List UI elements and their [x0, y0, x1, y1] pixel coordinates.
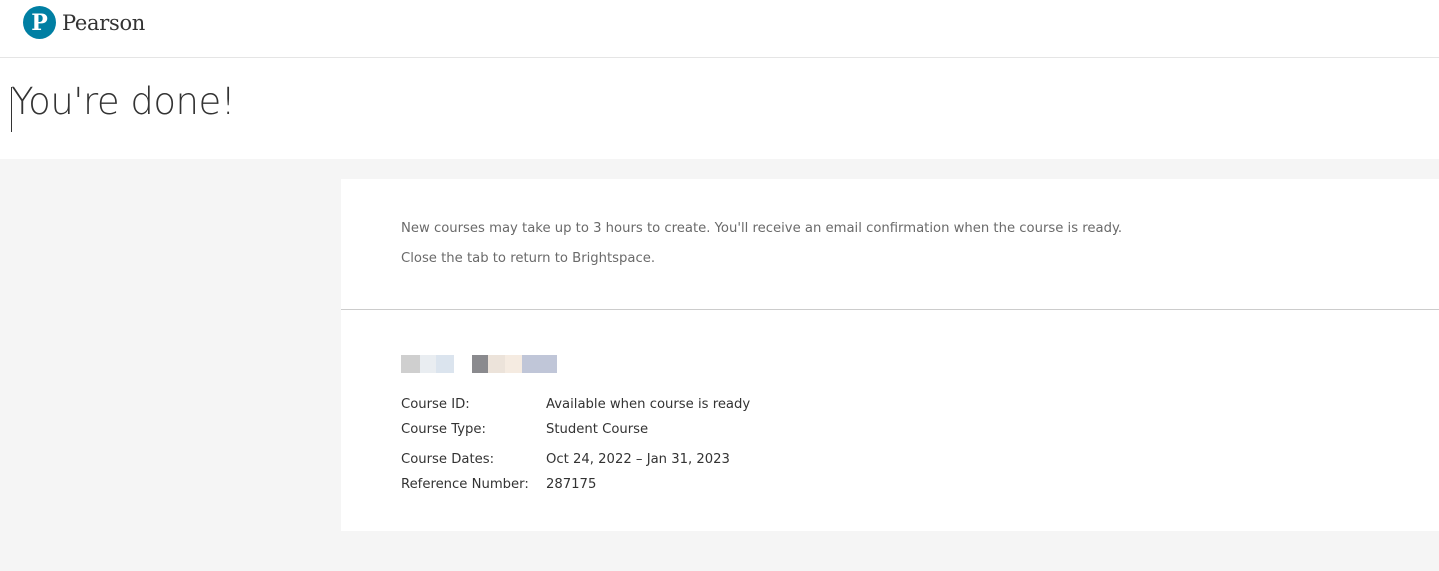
detail-label: Course Dates: [401, 452, 495, 467]
detail-value: Available when course is ready [546, 397, 751, 412]
detail-label: Reference Number: [401, 477, 529, 492]
detail-row-course-id: Course ID: Available when course is read… [401, 397, 750, 412]
pearson-logo-icon: P [23, 6, 56, 39]
detail-row-course-dates: Course Dates: Oct 24, 2022 – Jan 31, 202… [401, 452, 730, 467]
detail-label: Course ID: [401, 397, 470, 412]
pearson-logo-text: Pearson [62, 10, 146, 35]
confirmation-message-section: New courses may take up to 3 hours to cr… [341, 179, 1439, 310]
detail-label: Course Type: [401, 422, 486, 437]
pearson-logo[interactable]: P Pearson [23, 6, 145, 39]
detail-value: Student Course [546, 422, 649, 437]
page-title: You're done! [11, 80, 236, 123]
return-instructions: Close the tab to return to Brightspace. [401, 251, 656, 266]
detail-row-course-type: Course Type: Student Course [401, 422, 648, 437]
detail-row-reference-number: Reference Number: 287175 [401, 477, 596, 492]
confirmation-card: New courses may take up to 3 hours to cr… [341, 179, 1439, 531]
detail-value: 287175 [546, 477, 597, 492]
title-band: You're done! [0, 58, 1439, 159]
creation-time-message: New courses may take up to 3 hours to cr… [401, 221, 1123, 236]
course-name-redacted [401, 355, 557, 373]
app-header: P Pearson [0, 0, 1439, 58]
detail-value: Oct 24, 2022 – Jan 31, 2023 [546, 452, 730, 467]
